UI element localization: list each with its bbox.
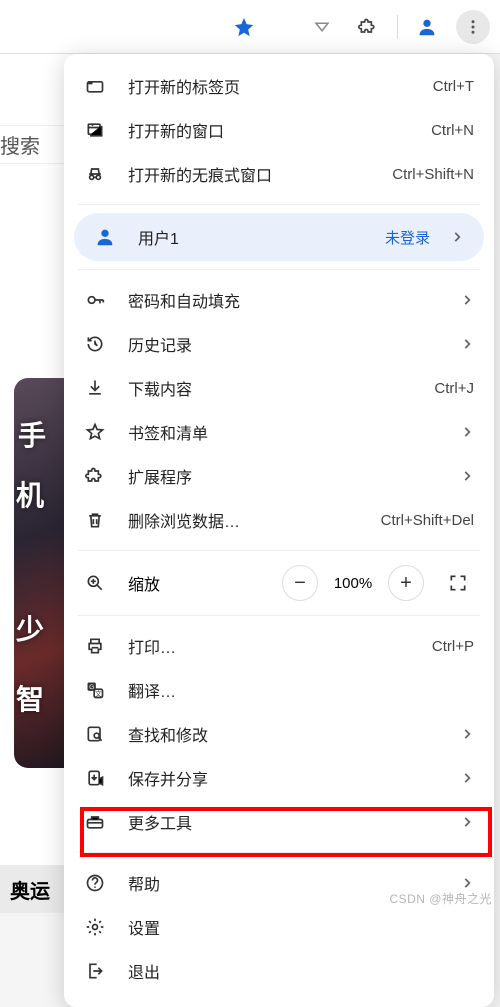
zoom-controls: − 100% + bbox=[282, 565, 476, 601]
menu-separator bbox=[78, 204, 480, 205]
profile-avatar-icon[interactable] bbox=[410, 10, 444, 44]
zoom-icon bbox=[82, 570, 108, 596]
menu-item-label: 更多工具 bbox=[128, 810, 448, 834]
puzzle-icon bbox=[82, 463, 108, 489]
chevron-right-icon bbox=[460, 727, 474, 741]
toolbox-icon bbox=[82, 809, 108, 835]
person-icon bbox=[92, 224, 118, 250]
tab-icon bbox=[82, 73, 108, 99]
gear-icon bbox=[82, 914, 108, 940]
menu-item-label: 打开新的窗口 bbox=[128, 118, 431, 142]
menu-incognito[interactable]: 打开新的无痕式窗口 Ctrl+Shift+N bbox=[64, 152, 494, 196]
menu-item-label: 查找和修改 bbox=[128, 722, 448, 746]
menu-find[interactable]: 查找和修改 bbox=[64, 712, 494, 756]
menu-item-label: 密码和自动填充 bbox=[128, 288, 448, 312]
menu-passwords[interactable]: 密码和自动填充 bbox=[64, 278, 494, 322]
zoom-out-button[interactable]: − bbox=[282, 565, 318, 601]
download-icon bbox=[82, 375, 108, 401]
menu-item-shortcut: Ctrl+Shift+N bbox=[392, 166, 474, 183]
search-label-bg: 搜索 bbox=[0, 125, 70, 164]
chevron-right-icon bbox=[460, 293, 474, 307]
menu-clear-data[interactable]: 删除浏览数据… Ctrl+Shift+Del bbox=[64, 498, 494, 542]
menu-zoom: 缩放 − 100% + bbox=[64, 559, 494, 607]
menu-item-shortcut: Ctrl+J bbox=[434, 380, 474, 397]
find-icon bbox=[82, 721, 108, 747]
kebab-menu-button[interactable] bbox=[456, 10, 490, 44]
print-icon bbox=[82, 633, 108, 659]
menu-downloads[interactable]: 下载内容 Ctrl+J bbox=[64, 366, 494, 410]
menu-more-tools[interactable]: 更多工具 bbox=[64, 800, 494, 844]
menu-separator bbox=[78, 852, 480, 853]
help-icon bbox=[82, 870, 108, 896]
menu-exit[interactable]: 退出 bbox=[64, 949, 494, 993]
article-thumbnail[interactable]: 手 机 少 智 bbox=[14, 378, 70, 768]
translate-icon: G文 bbox=[82, 677, 108, 703]
menu-item-label: 删除浏览数据… bbox=[128, 508, 381, 532]
key-icon bbox=[82, 287, 108, 313]
chevron-right-icon bbox=[460, 815, 474, 829]
menu-separator bbox=[78, 550, 480, 551]
menu-translate[interactable]: G文 翻译… bbox=[64, 668, 494, 712]
save-share-icon bbox=[82, 765, 108, 791]
menu-item-shortcut: Ctrl+T bbox=[433, 78, 474, 95]
thumb-char: 少 bbox=[16, 608, 44, 648]
menu-item-label: 打开新的标签页 bbox=[128, 74, 433, 98]
watermark-text: CSDN @神舟之光 bbox=[389, 890, 492, 907]
history-icon bbox=[82, 331, 108, 357]
menu-separator bbox=[78, 615, 480, 616]
zoom-in-button[interactable]: + bbox=[388, 565, 424, 601]
chevron-right-icon bbox=[460, 469, 474, 483]
incognito-icon bbox=[82, 161, 108, 187]
menu-settings[interactable]: 设置 bbox=[64, 905, 494, 949]
menu-new-window[interactable]: 打开新的窗口 Ctrl+N bbox=[64, 108, 494, 152]
menu-item-shortcut: Ctrl+Shift+Del bbox=[381, 512, 474, 529]
trash-icon bbox=[82, 507, 108, 533]
bookmark-star-icon[interactable] bbox=[227, 10, 261, 44]
zoom-value: 100% bbox=[328, 575, 378, 592]
browser-main-menu: 打开新的标签页 Ctrl+T 打开新的窗口 Ctrl+N 打开新的无痕式窗口 C… bbox=[64, 54, 494, 1007]
fullscreen-button[interactable] bbox=[440, 565, 476, 601]
triangle-down-icon[interactable] bbox=[305, 10, 339, 44]
extensions-puzzle-icon[interactable] bbox=[351, 10, 385, 44]
chevron-right-icon bbox=[460, 771, 474, 785]
menu-item-label: 保存并分享 bbox=[128, 766, 448, 790]
menu-print[interactable]: 打印… Ctrl+P bbox=[64, 624, 494, 668]
browser-toolbar bbox=[0, 0, 500, 54]
menu-item-label: 用户1 bbox=[138, 225, 385, 249]
menu-item-label: 打开新的无痕式窗口 bbox=[128, 162, 392, 186]
chevron-right-icon bbox=[460, 876, 474, 890]
menu-extensions[interactable]: 扩展程序 bbox=[64, 454, 494, 498]
thumb-char: 机 bbox=[16, 474, 44, 514]
menu-item-label: 翻译… bbox=[128, 678, 474, 702]
menu-item-label: 打印… bbox=[128, 634, 432, 658]
chevron-right-icon bbox=[460, 337, 474, 351]
toolbar-separator bbox=[397, 15, 398, 39]
menu-item-label: 退出 bbox=[128, 959, 474, 983]
menu-profile[interactable]: 用户1 未登录 bbox=[74, 213, 484, 261]
menu-history[interactable]: 历史记录 bbox=[64, 322, 494, 366]
thumb-char: 手 bbox=[18, 414, 46, 454]
star-outline-icon bbox=[82, 419, 108, 445]
menu-bookmarks[interactable]: 书签和清单 bbox=[64, 410, 494, 454]
menu-save-share[interactable]: 保存并分享 bbox=[64, 756, 494, 800]
menu-item-shortcut: Ctrl+P bbox=[432, 638, 474, 655]
menu-item-label: 书签和清单 bbox=[128, 420, 448, 444]
menu-item-label: 扩展程序 bbox=[128, 464, 448, 488]
thumb-char: 智 bbox=[16, 678, 44, 718]
menu-item-label: 下载内容 bbox=[128, 376, 434, 400]
chevron-right-icon bbox=[450, 230, 464, 244]
profile-status: 未登录 bbox=[385, 227, 430, 248]
exit-icon bbox=[82, 958, 108, 984]
zoom-label: 缩放 bbox=[128, 571, 282, 595]
svg-text:文: 文 bbox=[95, 689, 102, 698]
chevron-right-icon bbox=[460, 425, 474, 439]
menu-new-tab[interactable]: 打开新的标签页 Ctrl+T bbox=[64, 64, 494, 108]
bottom-tag: 奥运 bbox=[0, 865, 70, 913]
menu-item-shortcut: Ctrl+N bbox=[431, 122, 474, 139]
menu-item-label: 历史记录 bbox=[128, 332, 448, 356]
window-icon bbox=[82, 117, 108, 143]
menu-item-label: 设置 bbox=[128, 915, 474, 939]
menu-separator bbox=[78, 269, 480, 270]
